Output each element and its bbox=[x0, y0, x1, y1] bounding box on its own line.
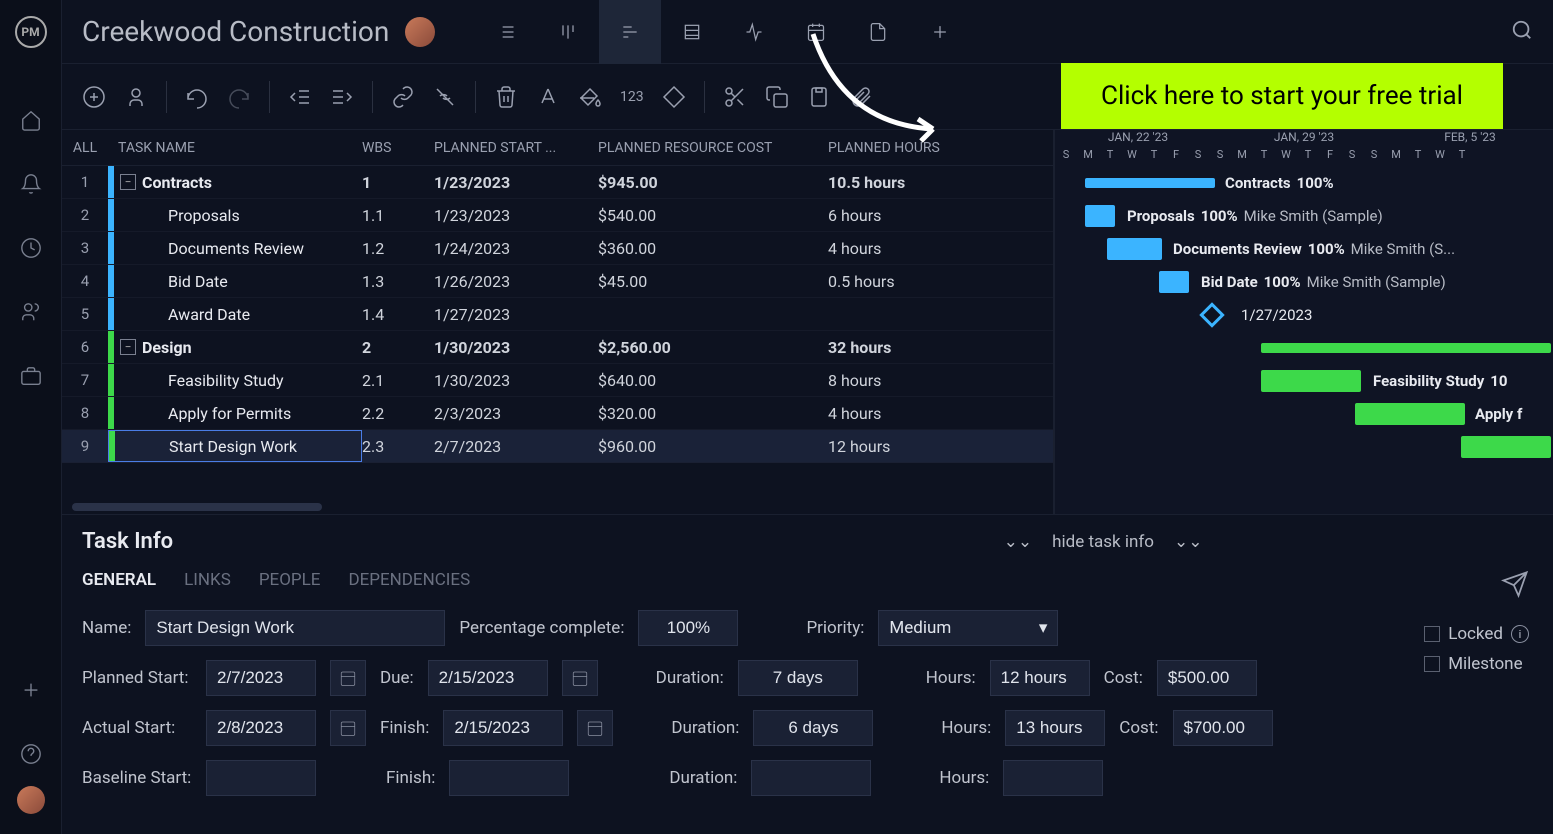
tab-people[interactable]: PEOPLE bbox=[259, 570, 321, 590]
hours-input[interactable] bbox=[990, 660, 1090, 696]
text-color-button[interactable] bbox=[536, 85, 560, 109]
view-file[interactable] bbox=[847, 0, 909, 64]
table-row[interactable]: 1−Contracts11/23/2023$945.0010.5 hours bbox=[62, 166, 1053, 199]
bell-icon[interactable] bbox=[17, 170, 45, 198]
hide-task-info-button[interactable]: ⌄⌄hide task info⌄⌄ bbox=[504, 532, 1203, 552]
gantt-chart: JAN, 22 '23JAN, 29 '23FEB, 5 '23 SMTWTFS… bbox=[1053, 130, 1553, 514]
cut-button[interactable] bbox=[723, 85, 747, 109]
table-row[interactable]: 3Documents Review1.21/24/2023$360.004 ho… bbox=[62, 232, 1053, 265]
milestone-button[interactable] bbox=[662, 85, 686, 109]
delete-button[interactable] bbox=[494, 85, 518, 109]
indent-button[interactable] bbox=[330, 85, 354, 109]
due-input[interactable] bbox=[428, 660, 548, 696]
baseline-finish-input[interactable] bbox=[449, 760, 569, 796]
calendar-icon[interactable] bbox=[577, 710, 613, 746]
baseline-hours-input[interactable] bbox=[1003, 760, 1103, 796]
actual-start-input[interactable] bbox=[206, 710, 316, 746]
table-row[interactable]: 2Proposals1.11/23/2023$540.006 hours bbox=[62, 199, 1053, 232]
help-icon[interactable] bbox=[17, 740, 45, 768]
col-name[interactable]: TASK NAME bbox=[108, 140, 362, 156]
home-icon[interactable] bbox=[17, 106, 45, 134]
col-hours[interactable]: PLANNED HOURS bbox=[828, 140, 988, 156]
user-avatar[interactable] bbox=[17, 786, 45, 814]
cost-input[interactable] bbox=[1157, 660, 1257, 696]
tab-general[interactable]: GENERAL bbox=[82, 570, 156, 590]
baseline-start-input[interactable] bbox=[206, 760, 316, 796]
table-row[interactable]: 4Bid Date1.31/26/2023$45.000.5 hours bbox=[62, 265, 1053, 298]
baseline-duration-input[interactable] bbox=[751, 760, 871, 796]
col-all[interactable]: ALL bbox=[62, 140, 108, 156]
tab-dependencies[interactable]: DEPENDENCIES bbox=[348, 570, 470, 590]
view-gantt[interactable] bbox=[599, 0, 661, 64]
table-row[interactable]: 6−Design21/30/2023$2,560.0032 hours bbox=[62, 331, 1053, 364]
table-row[interactable]: 8Apply for Permits2.22/3/2023$320.004 ho… bbox=[62, 397, 1053, 430]
link-button[interactable] bbox=[391, 85, 415, 109]
actual-cost-input[interactable] bbox=[1173, 710, 1273, 746]
undo-button[interactable] bbox=[185, 85, 209, 109]
priority-select[interactable]: Medium▾ bbox=[878, 610, 1058, 646]
assign-button[interactable] bbox=[124, 85, 148, 109]
people-icon[interactable] bbox=[17, 298, 45, 326]
add-task-button[interactable] bbox=[82, 85, 106, 109]
paste-button[interactable] bbox=[807, 85, 831, 109]
calendar-icon[interactable] bbox=[330, 710, 366, 746]
view-list[interactable] bbox=[475, 0, 537, 64]
col-cost[interactable]: PLANNED RESOURCE COST bbox=[598, 140, 828, 156]
collapse-icon[interactable]: − bbox=[120, 174, 136, 190]
send-icon[interactable] bbox=[1501, 570, 1529, 602]
redo-button[interactable] bbox=[227, 85, 251, 109]
view-board[interactable] bbox=[537, 0, 599, 64]
actual-hours-input[interactable] bbox=[1005, 710, 1105, 746]
project-avatar[interactable] bbox=[405, 17, 435, 47]
planned-start-input[interactable] bbox=[206, 660, 316, 696]
task-name-input[interactable] bbox=[145, 610, 445, 646]
attach-button[interactable] bbox=[849, 85, 873, 109]
collapse-icon[interactable]: − bbox=[120, 339, 136, 355]
view-activity[interactable] bbox=[723, 0, 785, 64]
plus-icon[interactable] bbox=[17, 676, 45, 704]
project-title: Creekwood Construction bbox=[82, 15, 389, 48]
actual-duration-input[interactable] bbox=[753, 710, 873, 746]
topbar: Creekwood Construction bbox=[62, 0, 1553, 64]
locked-checkbox[interactable]: Lockedi bbox=[1424, 624, 1529, 644]
fill-color-button[interactable] bbox=[578, 85, 602, 109]
cta-banner[interactable]: Click here to start your free trial bbox=[1061, 63, 1503, 129]
pm-logo[interactable]: PM bbox=[15, 16, 47, 48]
view-calendar[interactable] bbox=[785, 0, 847, 64]
table-row[interactable]: 9Start Design Work2.32/7/2023$960.0012 h… bbox=[62, 430, 1053, 463]
pct-complete-input[interactable] bbox=[638, 610, 738, 646]
tab-links[interactable]: LINKS bbox=[184, 570, 231, 590]
view-add[interactable] bbox=[909, 0, 971, 64]
outdent-button[interactable] bbox=[288, 85, 312, 109]
calendar-icon[interactable] bbox=[562, 660, 598, 696]
copy-button[interactable] bbox=[765, 85, 789, 109]
table-row[interactable]: 7Feasibility Study2.11/30/2023$640.008 h… bbox=[62, 364, 1053, 397]
task-grid: ALL TASK NAME WBS PLANNED START ... PLAN… bbox=[62, 130, 1053, 514]
task-info-title: Task Info bbox=[82, 529, 173, 554]
unlink-button[interactable] bbox=[433, 85, 457, 109]
view-sheet[interactable] bbox=[661, 0, 723, 64]
col-start[interactable]: PLANNED START ... bbox=[434, 140, 598, 156]
briefcase-icon[interactable] bbox=[17, 362, 45, 390]
clock-icon[interactable] bbox=[17, 234, 45, 262]
finish-input[interactable] bbox=[443, 710, 563, 746]
number-button[interactable]: 123 bbox=[620, 89, 644, 105]
horizontal-scrollbar[interactable] bbox=[62, 500, 1053, 514]
toolbar: 123 Click here to start your free trial bbox=[62, 64, 1553, 130]
duration-input[interactable] bbox=[738, 660, 858, 696]
col-wbs[interactable]: WBS bbox=[362, 140, 434, 156]
task-info-panel: Task Info ⌄⌄hide task info⌄⌄ GENERAL LIN… bbox=[62, 514, 1553, 834]
left-rail: PM bbox=[0, 0, 62, 834]
milestone-checkbox[interactable]: Milestone bbox=[1424, 654, 1529, 674]
calendar-icon[interactable] bbox=[330, 660, 366, 696]
table-row[interactable]: 5Award Date1.41/27/2023 bbox=[62, 298, 1053, 331]
search-icon[interactable] bbox=[1511, 19, 1533, 45]
